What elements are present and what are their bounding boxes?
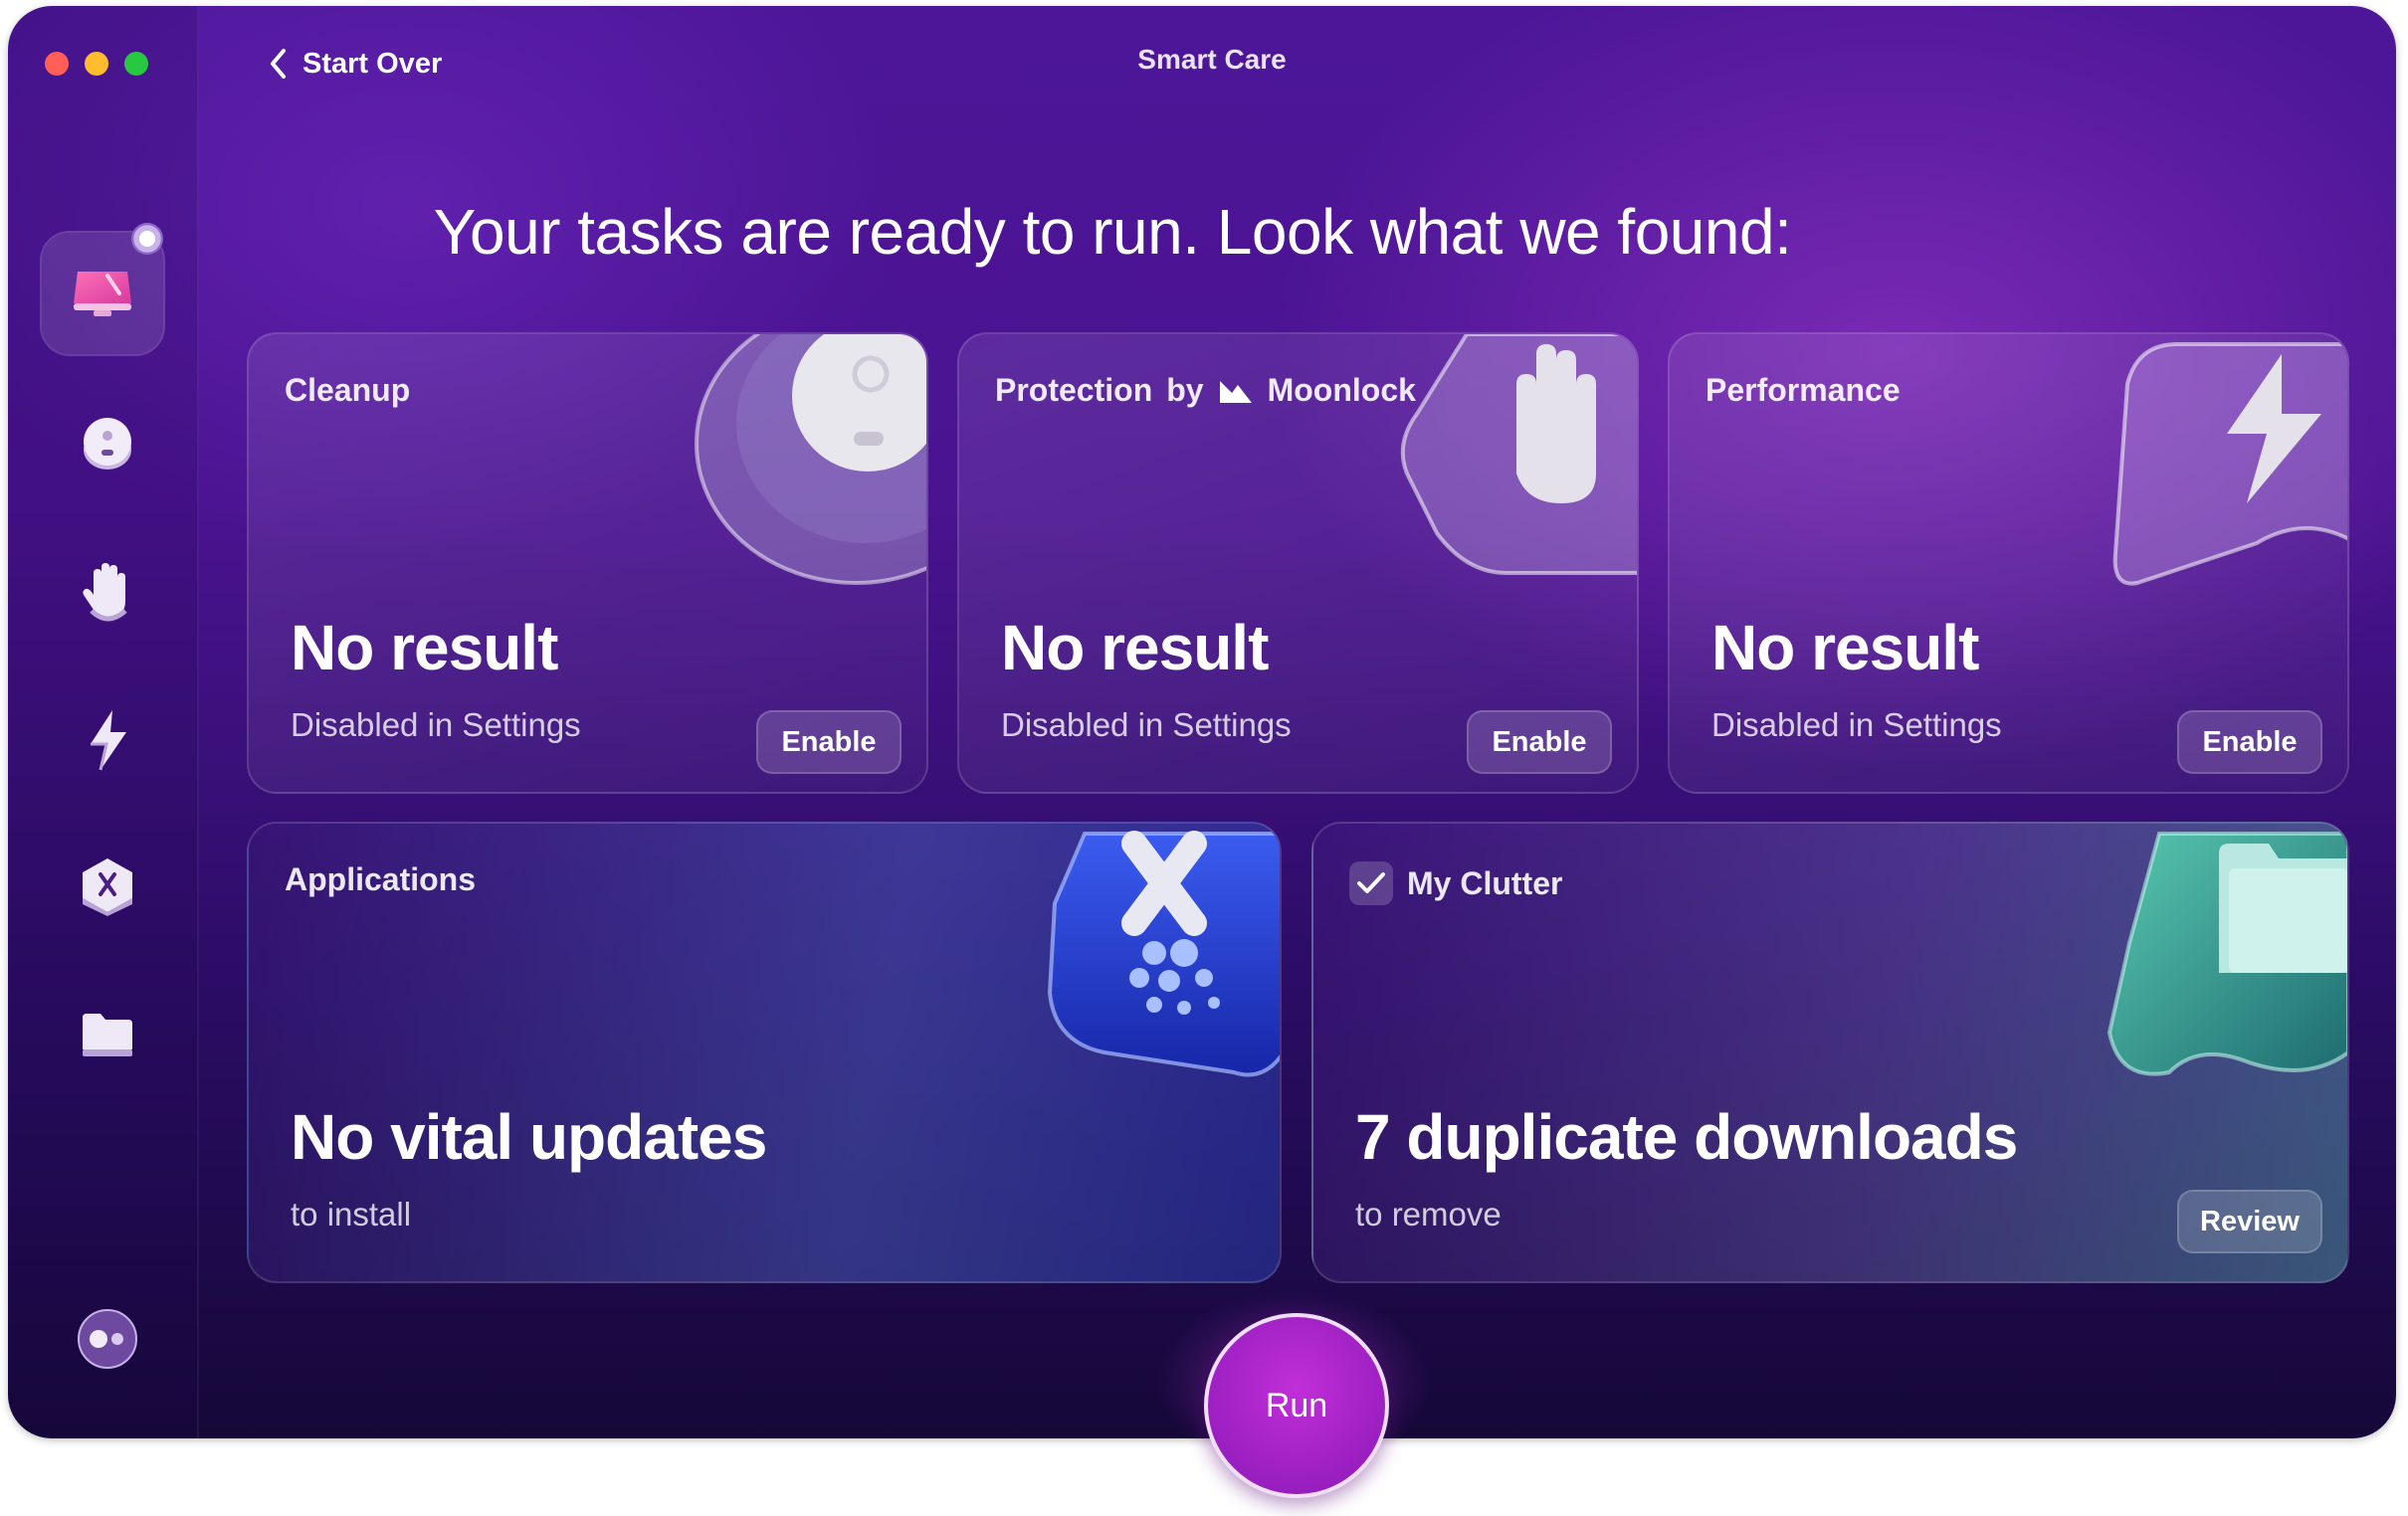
performance-result: No result [1711,612,1979,683]
sidebar-item-applications[interactable] [58,838,157,937]
protection-status: Disabled in Settings [1001,706,1292,743]
protection-by-text: by [1166,372,1204,408]
my-clutter-status: to remove [1355,1196,1502,1232]
smart-care-monitor-icon [74,272,131,316]
cleanup-card-label: Cleanup [285,372,410,409]
lightning-icon [91,710,126,771]
assistant-button[interactable] [58,1289,157,1389]
folder-icon [83,1014,132,1056]
performance-lightning-icon [2112,342,2347,586]
window-title: Smart Care [1137,44,1287,75]
protection-card: Protection by Moonlock No result Disable… [957,332,1639,794]
protection-title: Protection [995,372,1153,408]
cleanup-disc-icon [84,418,131,470]
protection-hand-icon [1400,334,1637,575]
applications-icon [1047,831,1280,1077]
protection-enable-button[interactable]: Enable [1467,710,1612,774]
performance-card: Performance No result Disabled in Settin… [1668,332,2349,794]
protection-card-label: Protection by Moonlock [995,372,1416,409]
applications-title: Applications [285,861,477,897]
protection-result: No result [1001,612,1269,683]
applications-result: No vital updates [291,1101,767,1173]
assistant-icon [78,1309,137,1369]
app-window: Start Over Smart Care Your tasks are rea… [8,6,2396,1438]
performance-card-label: Performance [1706,372,1901,409]
moonlock-brand: Moonlock [1267,372,1416,408]
page-headline: Your tasks are ready to run. Look what w… [433,196,1792,268]
cleanup-status: Disabled in Settings [291,706,581,743]
performance-enable-button[interactable]: Enable [2177,710,2322,774]
cleanup-card: Cleanup No result Disabled in Settings E… [247,332,928,794]
applications-card-label: Applications [285,861,476,898]
moonlock-logo-icon [1219,380,1252,403]
cleanup-result: No result [291,612,558,683]
run-button[interactable]: Run [1204,1313,1389,1498]
performance-status: Disabled in Settings [1711,706,2002,743]
my-clutter-card-label: My Clutter [1349,861,1562,905]
performance-title: Performance [1706,372,1901,408]
review-button[interactable]: Review [2177,1190,2322,1253]
my-clutter-title: My Clutter [1407,864,1563,901]
sidebar-item-cleanup[interactable] [58,394,157,493]
my-clutter-card: My Clutter 7 duplicate downloads to remo… [1311,822,2349,1283]
applications-status: to install [291,1196,412,1232]
cleanup-disc-icon [695,334,926,585]
hand-icon [83,563,127,622]
sidebar-item-my-clutter[interactable] [58,985,157,1084]
my-clutter-result: 7 duplicate downloads [1355,1101,2018,1173]
cleanup-title: Cleanup [285,372,411,408]
applications-card: Applications No vital updates to install [247,822,1282,1283]
sidebar-item-performance[interactable] [58,690,157,790]
cleanup-enable-button[interactable]: Enable [756,710,902,774]
sidebar-item-protection[interactable] [58,543,157,643]
clutter-folder-icon [2107,832,2347,1076]
checkmark-icon [1357,872,1385,893]
applications-icon [83,858,132,916]
my-clutter-checkbox[interactable] [1349,861,1393,905]
